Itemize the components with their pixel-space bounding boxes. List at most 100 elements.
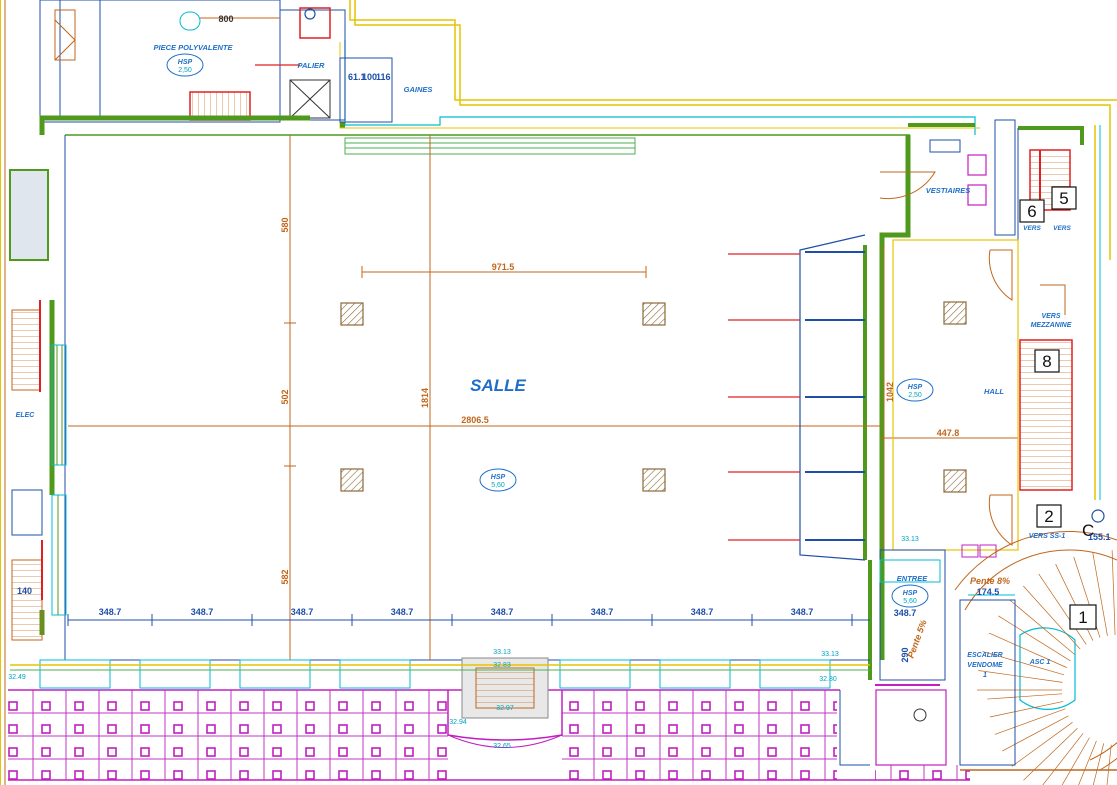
hsp-badge-entree: HSP 5,60 (891, 584, 929, 608)
left-side-elements (9, 169, 67, 641)
stair-tread (1092, 743, 1105, 785)
room-label-vestiaires: VESTIAIRES (926, 186, 971, 195)
level-mark: 32.97 (496, 705, 514, 712)
hsp-badges: HSP 2,50 HSP 5,60 HSP 2,50 HSP 5,60 (166, 53, 934, 608)
room-label-palier: PALIER (298, 61, 326, 70)
svg-text:6: 6 (1027, 202, 1036, 221)
dimension-labels: 800 971.5 2806.5 447.8 174.5 Pente 8% 58… (17, 14, 1010, 663)
stair-tread (998, 615, 1071, 662)
hsp-badge-polyvalente: HSP 2,50 (166, 53, 204, 77)
level-mark: 32.80 (819, 676, 837, 683)
stair-tread (987, 693, 1063, 700)
dimension-140: 140 (17, 586, 32, 596)
room-label-asc: ASC 1 (1029, 659, 1051, 666)
stair-tread (1111, 550, 1116, 636)
bay-dimension-label: 348.7 (894, 608, 917, 618)
svg-text:5: 5 (1059, 189, 1068, 208)
dimension-salle-total-width: 2806.5 (461, 415, 489, 425)
direction-vers-b: VERS (1053, 225, 1071, 232)
svg-text:2,50: 2,50 (178, 67, 192, 74)
top-radiators (344, 137, 636, 155)
dimension-salle-depth: 1814 (420, 388, 430, 408)
svg-text:5,60: 5,60 (491, 482, 505, 489)
stair-tread (994, 708, 1066, 735)
svg-text:HSP: HSP (178, 59, 193, 66)
room-label-vendome: VENDOME (967, 662, 1003, 669)
column (642, 302, 666, 326)
bay-dimension-label: 348.7 (691, 607, 714, 617)
column (340, 302, 364, 326)
bay-window (728, 234, 866, 561)
bay-dimension-label: 348.7 (591, 607, 614, 617)
svg-text:8: 8 (1042, 352, 1051, 371)
svg-text:HSP: HSP (491, 474, 506, 481)
level-mark: 32.83 (493, 662, 511, 669)
level-mark: 33.13 (493, 649, 511, 656)
stair-tread (1078, 740, 1097, 785)
dimension-salle-inner-width: 971.5 (492, 262, 515, 272)
dimension-hall-width: 447.8 (937, 428, 960, 438)
dimension-hall-height: 1042 (885, 382, 895, 402)
direction-mezzanine: MEZZANINE (1031, 322, 1072, 329)
direction-vers-a: VERS (1023, 225, 1041, 232)
column (340, 468, 364, 492)
bay-dimension-label: 348.7 (391, 607, 414, 617)
marker-8: 8 (1034, 349, 1060, 373)
svg-text:5,60: 5,60 (903, 598, 917, 605)
edge-number: 155.1 (1088, 532, 1111, 542)
stair-tread (1002, 715, 1069, 752)
bay-dimension-label: 348.7 (291, 607, 314, 617)
stair-tread (1061, 737, 1090, 785)
dimension-100: 100 (362, 72, 377, 82)
dimension-pente-5: Pente 5% (906, 618, 929, 659)
window-bay (759, 659, 831, 689)
dimension-height-upper: 580 (280, 217, 290, 232)
dimension-116: 116 (376, 72, 391, 82)
stair-tread (1042, 733, 1084, 785)
dimension-height-lower: 582 (280, 569, 290, 584)
svg-text:HSP: HSP (908, 384, 923, 391)
floor-plan: HSP 2,50 HSP 5,60 HSP 2,50 HSP 5,60 SALL… (0, 0, 1117, 785)
marker-2: 2 (1036, 504, 1062, 528)
hsp-badge-hall: HSP 2,50 (896, 378, 934, 402)
bay-dimension-label: 348.7 (491, 607, 514, 617)
svg-text:2: 2 (1044, 507, 1053, 526)
stair-tread (1011, 722, 1073, 767)
room-label-escalier: ESCALIER (967, 652, 1002, 659)
bay-dimension-line (67, 614, 870, 626)
bay-dimension-label: 348.7 (791, 607, 814, 617)
level-mark: 32.49 (8, 674, 26, 681)
marker-6: 6 (1019, 199, 1045, 223)
window-bay (239, 659, 311, 689)
window-bay (39, 659, 111, 689)
dimension-height-mid: 502 (280, 389, 290, 404)
bay-dimension-label: 348.7 (99, 607, 122, 617)
marker-1: 1 (1069, 604, 1097, 630)
room-label-elec: ELEC (16, 412, 36, 419)
top-left-block (39, 0, 393, 123)
level-mark: 32.65 (493, 743, 511, 750)
window-bay (559, 659, 631, 689)
room-label-gaines: GAINES (404, 85, 433, 94)
level-mark: 33.13 (821, 651, 839, 658)
room-label-piece-polyvalente: PIECE POLYVALENTE (154, 43, 234, 52)
column (943, 301, 967, 325)
direction-vers-ss1: VERS SS-1 (1029, 533, 1066, 540)
column (943, 469, 967, 493)
svg-text:HSP: HSP (903, 590, 918, 597)
svg-text:2,50: 2,50 (908, 392, 922, 399)
room-label-salle: SALLE (470, 376, 526, 395)
structural-columns (340, 301, 967, 493)
svg-text:1: 1 (1078, 608, 1087, 627)
marker-5: 5 (1051, 186, 1077, 210)
dimension-ramp-width: 174.5 (977, 587, 1000, 597)
numbered-markers: 6 5 8 2 1 C 155.1 (304, 8, 1111, 630)
level-mark: 33.13 (901, 536, 919, 543)
level-mark: 32.94 (449, 719, 467, 726)
column (642, 468, 666, 492)
window-bay (659, 659, 731, 689)
direction-vers-mezzanine: VERS (1041, 313, 1060, 320)
room-label-entree: ENTREE (897, 574, 928, 583)
dimension-top-width: 800 (218, 14, 233, 24)
bay-dimension-label: 348.7 (191, 607, 214, 617)
